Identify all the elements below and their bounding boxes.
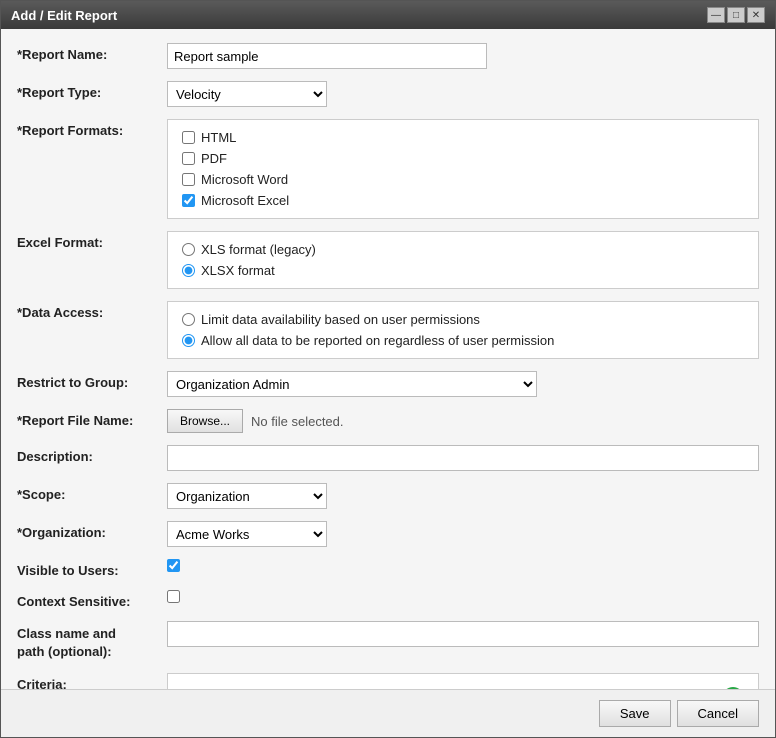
form-content: *Report Name: *Report Type: Velocity *Re… <box>1 29 775 689</box>
titlebar: Add / Edit Report — □ ✕ <box>1 1 775 29</box>
footer: Save Cancel <box>1 689 775 737</box>
context-sensitive-label: Context Sensitive: <box>17 590 167 609</box>
data-access-allow-row: Allow all data to be reported on regardl… <box>182 333 744 348</box>
visible-users-label: Visible to Users: <box>17 559 167 578</box>
report-type-label: *Report Type: <box>17 81 167 100</box>
minimize-button[interactable]: — <box>707 7 725 23</box>
format-word-row: Microsoft Word <box>182 172 744 187</box>
cancel-button[interactable]: Cancel <box>677 700 759 727</box>
data-access-limit-radio[interactable] <box>182 313 195 326</box>
scope-control: Organization <box>167 483 759 509</box>
excel-xls-label: XLS format (legacy) <box>201 242 316 257</box>
window-title: Add / Edit Report <box>11 8 117 23</box>
report-name-row: *Report Name: <box>17 43 759 69</box>
browse-button[interactable]: Browse... <box>167 409 243 433</box>
report-type-control: Velocity <box>167 81 759 107</box>
class-name-input[interactable] <box>167 621 759 647</box>
data-access-allow-radio[interactable] <box>182 334 195 347</box>
data-access-label: *Data Access: <box>17 301 167 320</box>
visible-users-row: Visible to Users: <box>17 559 759 578</box>
visible-users-checkbox[interactable] <box>167 559 180 572</box>
report-file-control: Browse... No file selected. <box>167 409 759 433</box>
report-name-label: *Report Name: <box>17 43 167 62</box>
format-pdf-label: PDF <box>201 151 227 166</box>
excel-format-row: Excel Format: XLS format (legacy) XLSX f… <box>17 231 759 289</box>
organization-row: *Organization: Acme Works <box>17 521 759 547</box>
report-file-row: *Report File Name: Browse... No file sel… <box>17 409 759 433</box>
main-window: Add / Edit Report — □ ✕ *Report Name: *R… <box>0 0 776 738</box>
format-excel-checkbox[interactable] <box>182 194 195 207</box>
criteria-row: Criteria: Add Report Criterion + <box>17 673 759 689</box>
description-control <box>167 445 759 471</box>
data-access-box: Limit data availability based on user pe… <box>167 301 759 359</box>
report-name-control <box>167 43 759 69</box>
restrict-group-label: Restrict to Group: <box>17 371 167 390</box>
format-word-checkbox[interactable] <box>182 173 195 186</box>
excel-xlsx-row: XLSX format <box>182 263 744 278</box>
window-controls: — □ ✕ <box>707 7 765 23</box>
excel-xlsx-radio[interactable] <box>182 264 195 277</box>
context-sensitive-control <box>167 590 759 606</box>
excel-xls-radio[interactable] <box>182 243 195 256</box>
class-name-row: Class name andpath (optional): <box>17 621 759 661</box>
format-pdf-checkbox[interactable] <box>182 152 195 165</box>
report-formats-row: *Report Formats: HTML PDF Microsoft Word… <box>17 119 759 219</box>
description-label: Description: <box>17 445 167 464</box>
visible-users-control <box>167 559 759 575</box>
format-excel-row: Microsoft Excel <box>182 193 744 208</box>
data-access-allow-label: Allow all data to be reported on regardl… <box>201 333 554 348</box>
report-type-select[interactable]: Velocity <box>167 81 327 107</box>
description-row: Description: <box>17 445 759 471</box>
context-sensitive-row: Context Sensitive: <box>17 590 759 609</box>
excel-format-box: XLS format (legacy) XLSX format <box>167 231 759 289</box>
report-formats-box: HTML PDF Microsoft Word Microsoft Excel <box>167 119 759 219</box>
format-html-checkbox[interactable] <box>182 131 195 144</box>
data-access-limit-row: Limit data availability based on user pe… <box>182 312 744 327</box>
criteria-label: Criteria: <box>17 673 167 689</box>
format-word-label: Microsoft Word <box>201 172 288 187</box>
report-type-row: *Report Type: Velocity <box>17 81 759 107</box>
no-file-text: No file selected. <box>251 414 344 429</box>
restrict-group-row: Restrict to Group: Organization Admin <box>17 371 759 397</box>
save-button[interactable]: Save <box>599 700 671 727</box>
class-name-control <box>167 621 759 647</box>
data-access-limit-label: Limit data availability based on user pe… <box>201 312 480 327</box>
report-name-input[interactable] <box>167 43 487 69</box>
scope-row: *Scope: Organization <box>17 483 759 509</box>
close-button[interactable]: ✕ <box>747 7 765 23</box>
report-formats-label: *Report Formats: <box>17 119 167 138</box>
format-html-row: HTML <box>182 130 744 145</box>
report-file-label: *Report File Name: <box>17 409 167 428</box>
class-name-label: Class name andpath (optional): <box>17 621 167 661</box>
format-pdf-row: PDF <box>182 151 744 166</box>
data-access-row: *Data Access: Limit data availability ba… <box>17 301 759 359</box>
restrict-group-control: Organization Admin <box>167 371 759 397</box>
organization-label: *Organization: <box>17 521 167 540</box>
excel-xlsx-label: XLSX format <box>201 263 275 278</box>
excel-xls-row: XLS format (legacy) <box>182 242 744 257</box>
context-sensitive-checkbox[interactable] <box>167 590 180 603</box>
excel-format-label: Excel Format: <box>17 231 167 250</box>
organization-control: Acme Works <box>167 521 759 547</box>
organization-select[interactable]: Acme Works <box>167 521 327 547</box>
restrict-group-select[interactable]: Organization Admin <box>167 371 537 397</box>
description-input[interactable] <box>167 445 759 471</box>
scope-select[interactable]: Organization <box>167 483 327 509</box>
criteria-box: Add Report Criterion + <box>167 673 759 689</box>
format-excel-label: Microsoft Excel <box>201 193 289 208</box>
maximize-button[interactable]: □ <box>727 7 745 23</box>
format-html-label: HTML <box>201 130 236 145</box>
scope-label: *Scope: <box>17 483 167 502</box>
